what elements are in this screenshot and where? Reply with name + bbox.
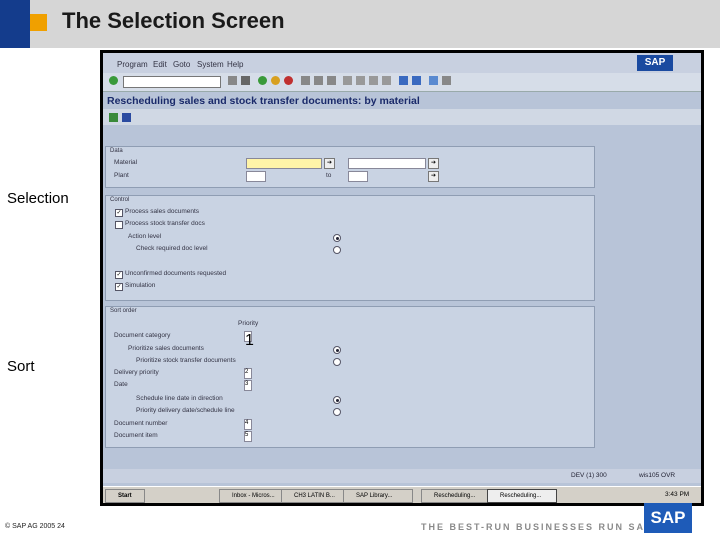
- document-category-label: Document category: [114, 332, 171, 339]
- slide-title: The Selection Screen: [62, 8, 285, 33]
- unconfirmed-docs-checkbox[interactable]: ✓: [115, 271, 123, 279]
- shortcut-icon[interactable]: [412, 76, 421, 85]
- taskbar-item-rescheduling-1[interactable]: Rescheduling...: [421, 489, 491, 503]
- check-doc-level-label: Check required doc level: [136, 245, 208, 252]
- multiple-selection-icon[interactable]: ➔: [324, 158, 335, 169]
- help-icon[interactable]: [429, 76, 438, 85]
- check-doc-level-radio[interactable]: [333, 246, 341, 254]
- sort-label: Sort: [7, 358, 35, 375]
- info-icon[interactable]: [122, 113, 131, 122]
- taskbar-item-ch3[interactable]: CH3 LATIN B...: [281, 489, 351, 503]
- taskbar-clock: 3:43 PM: [665, 491, 690, 498]
- simulation-label: Simulation: [125, 282, 156, 289]
- document-item-input[interactable]: 5: [244, 431, 252, 442]
- exit-icon[interactable]: [271, 76, 280, 85]
- process-sales-label: Process sales documents: [125, 208, 200, 215]
- menu-program[interactable]: Program: [117, 60, 148, 69]
- prioritize-sales-label: Prioritize sales documents: [128, 345, 204, 352]
- priority-delivery-date-radio[interactable]: [333, 408, 341, 416]
- next-page-icon[interactable]: [369, 76, 378, 85]
- plant-to-input[interactable]: [348, 171, 368, 182]
- prioritize-sto-radio[interactable]: [333, 358, 341, 366]
- execute-icon[interactable]: [109, 113, 118, 122]
- simulation-checkbox[interactable]: ✓: [115, 283, 123, 291]
- control-group: Control ✓ Process sales documents Proces…: [105, 195, 595, 301]
- screen-title: Rescheduling sales and stock transfer do…: [107, 95, 420, 107]
- title-accent-bar: [0, 0, 30, 48]
- menu-help[interactable]: Help: [227, 60, 243, 69]
- data-group: Data Material ➔ ➔ Plant to ➔: [105, 146, 595, 188]
- priority-header: Priority: [238, 320, 259, 327]
- slide-title-bar: The Selection Screen: [0, 0, 720, 48]
- schedule-line-direction-label: Schedule line date in direction: [136, 395, 223, 402]
- copyright-footer: © SAP AG 2005 24: [5, 523, 65, 530]
- unconfirmed-docs-label: Unconfirmed documents requested: [125, 270, 227, 277]
- process-sales-checkbox[interactable]: ✓: [115, 209, 123, 217]
- priority-delivery-date-label: Priority delivery date/schedule line: [136, 407, 235, 414]
- delivery-priority-input[interactable]: 2: [244, 368, 252, 379]
- taskbar-item-sap-library[interactable]: SAP Library...: [343, 489, 413, 503]
- plant-multi-select-icon[interactable]: ➔: [428, 171, 439, 182]
- start-button[interactable]: Start: [105, 489, 145, 503]
- application-toolbar: [103, 109, 701, 125]
- selection-label: Selection: [7, 190, 69, 207]
- sap-logo: SAP: [644, 503, 692, 533]
- action-level-label: Action level: [128, 233, 162, 240]
- create-session-icon[interactable]: [399, 76, 408, 85]
- find-next-icon[interactable]: [327, 76, 336, 85]
- date-label: Date: [114, 381, 128, 388]
- sap-logo-small: SAP: [637, 55, 673, 71]
- material-to-input[interactable]: [348, 158, 426, 169]
- print-icon[interactable]: [301, 76, 310, 85]
- first-page-icon[interactable]: [343, 76, 352, 85]
- enter-icon[interactable]: [109, 76, 118, 85]
- save-icon[interactable]: [241, 76, 250, 85]
- action-level-radio[interactable]: [333, 234, 341, 242]
- taskbar-item-inbox[interactable]: Inbox - Micros...: [219, 489, 289, 503]
- date-input[interactable]: 3: [244, 380, 252, 391]
- command-field[interactable]: [123, 76, 221, 88]
- taskbar-item-rescheduling-2[interactable]: Rescheduling...: [487, 489, 557, 503]
- prioritize-sto-label: Prioritize stock transfer documents: [136, 357, 236, 364]
- menu-edit[interactable]: Edit: [153, 60, 167, 69]
- schedule-line-direction-radio[interactable]: [333, 396, 341, 404]
- document-number-input[interactable]: 4: [244, 419, 252, 430]
- cancel-icon[interactable]: [284, 76, 293, 85]
- previous-page-icon[interactable]: [356, 76, 365, 85]
- document-category-input[interactable]: 1: [244, 331, 254, 349]
- process-sto-checkbox[interactable]: [115, 221, 123, 229]
- material-multi-select-icon[interactable]: ➔: [428, 158, 439, 169]
- find-icon[interactable]: [314, 76, 323, 85]
- prioritize-sales-radio[interactable]: [333, 346, 341, 354]
- title-accent-square: [30, 14, 47, 31]
- document-number-label: Document number: [114, 420, 168, 427]
- plant-label: Plant: [114, 172, 129, 179]
- data-group-title: Data: [110, 148, 123, 154]
- plant-from-input[interactable]: [246, 171, 266, 182]
- sap-tagline: THE BEST-RUN BUSINESSES RUN SAP: [421, 522, 654, 532]
- menu-bar: Program Edit Goto System Help SAP: [103, 53, 701, 73]
- menu-system[interactable]: System: [197, 60, 224, 69]
- standard-toolbar: [103, 73, 701, 92]
- sort-order-group: Sort order Priority Document category 1 …: [105, 306, 595, 448]
- back-icon[interactable]: [228, 76, 237, 85]
- delivery-priority-label: Delivery priority: [114, 369, 159, 376]
- back-green-icon[interactable]: [258, 76, 267, 85]
- layout-menu-icon[interactable]: [442, 76, 451, 85]
- system-status: DEV (1) 300: [571, 472, 607, 479]
- status-bar: DEV (1) 300 wis105 OVR: [103, 469, 701, 483]
- to-label: to: [326, 172, 332, 179]
- windows-taskbar: Start Inbox - Micros... CH3 LATIN B... S…: [103, 486, 701, 503]
- material-from-input[interactable]: [246, 158, 322, 169]
- menu-goto[interactable]: Goto: [173, 60, 190, 69]
- sap-gui-window: Program Edit Goto System Help SAP Resche…: [100, 50, 704, 506]
- sort-group-title: Sort order: [110, 308, 137, 314]
- material-label: Material: [114, 159, 138, 166]
- server-status: wis105 OVR: [639, 472, 676, 479]
- document-item-label: Document item: [114, 432, 158, 439]
- last-page-icon[interactable]: [382, 76, 391, 85]
- control-group-title: Control: [110, 197, 130, 203]
- process-sto-label: Process stock transfer docs: [125, 220, 205, 227]
